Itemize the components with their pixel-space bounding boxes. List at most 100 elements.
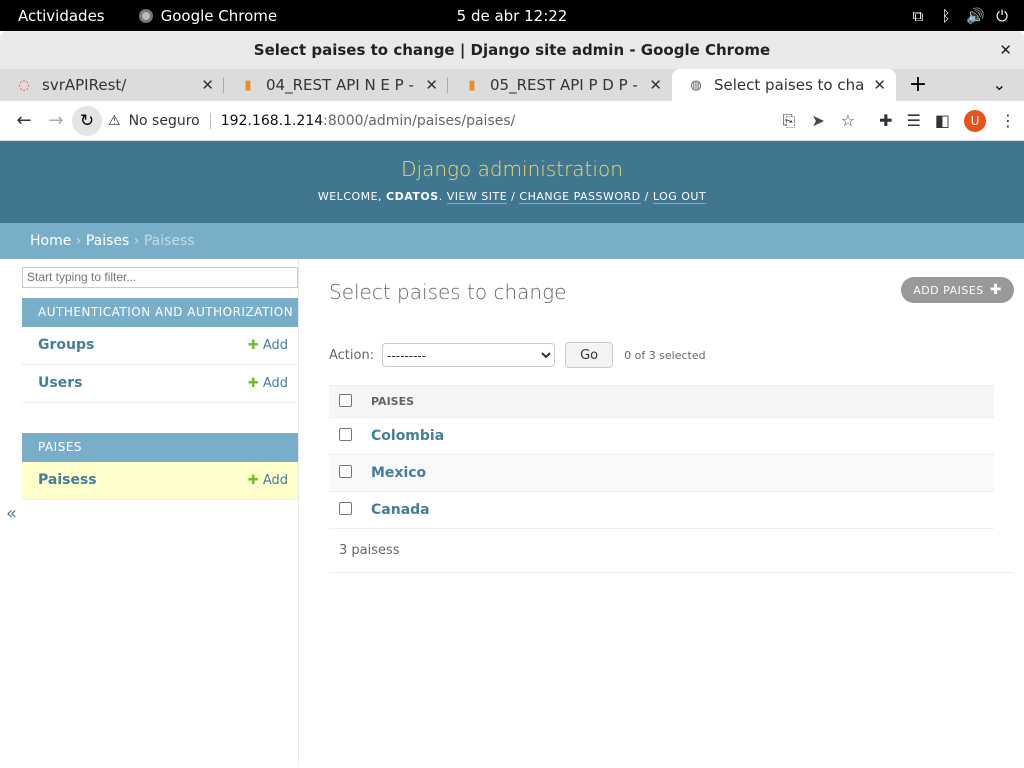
window-title: Select paises to change | Django site ad… [253,41,771,59]
change-password-link[interactable]: CHANGE PASSWORD [519,190,641,204]
notebook-icon: ▮ [468,77,476,93]
tab-django-admin[interactable]: ◍ Select paises to change ✕ [672,69,896,101]
module-auth: AUTHENTICATION AND AUTHORIZATION Groups … [22,297,298,403]
tab-close-icon[interactable]: ✕ [425,76,438,94]
side-panel-icon[interactable]: ◧ [935,111,950,130]
table-row: Colombia [329,417,994,455]
django-header: Django administration WELCOME, CDATOS. V… [0,141,1024,223]
forward-arrow-icon[interactable]: → [40,110,72,131]
sidebar-item-groups: Groups ✚ Add [22,327,298,365]
column-header-paises[interactable]: PAISES [371,385,994,418]
breadcrumb-home[interactable]: Home [30,233,71,249]
sidebar-item-paisess: Paisess ✚ Add [22,461,298,500]
tab-label: svrAPIRest/ [42,76,127,94]
action-select[interactable]: --------- [382,343,556,367]
users-link[interactable]: Users [38,375,82,391]
plus-icon: ✚ [247,375,259,391]
go-button[interactable]: Go [565,342,614,368]
breadcrumb-separator: › [129,233,144,249]
tab-label: 04_REST API N E P - Jup [266,76,417,94]
select-all-cell [329,385,371,418]
add-paises-button[interactable]: ADD PAISES ✚ [901,277,1014,303]
nav-filter-input[interactable] [22,266,298,288]
new-tab-button[interactable]: + [896,69,940,101]
volume-icon[interactable]: 🔊 [966,7,985,25]
row-link[interactable]: Canada [371,502,430,518]
nav-sidebar: AUTHENTICATION AND AUTHORIZATION Groups … [0,259,299,766]
reload-icon[interactable]: ↻ [72,105,102,136]
tab-svrapirest[interactable]: ◌ svrAPIRest/ ✕ [0,69,224,101]
loading-icon: ◌ [18,77,30,93]
actions-bar: Action: --------- Go 0 of 3 selected [329,342,1014,368]
app-menu[interactable]: Google Chrome [123,7,277,25]
url-path[interactable]: :8000/admin/paises/paises/ [323,113,515,129]
omnibox-actions: ⎘ ➤ ☆ [783,111,856,131]
tab-close-icon[interactable]: ✕ [201,76,214,94]
view-site-link[interactable]: VIEW SITE [446,190,508,204]
content: Select paises to change ADD PAISES ✚ Act… [299,259,1024,766]
tab-close-icon[interactable]: ✕ [873,76,886,94]
tab-search-chevron-icon[interactable]: ⌄ [993,75,1006,94]
action-label: Action: [329,347,375,363]
translate-icon[interactable]: ⎘ [783,111,796,131]
row-cell: Canada [371,491,994,529]
user-tools: WELCOME, CDATOS. VIEW SITE / CHANGE PASS… [317,190,707,204]
add-groups-link[interactable]: ✚ Add [248,338,288,353]
paginator: 3 paisess [329,529,1014,573]
network-icon[interactable]: ⧉ [910,7,926,25]
browser-toolbar: ← → ↻ ⚠ No seguro 192.168.1.214:8000/adm… [0,101,1024,141]
breadcrumb-separator: › [71,233,86,249]
sidebar-item-users: Users ✚ Add [22,365,298,403]
tab-notebook-05[interactable]: ▮ 05_REST API P D P - Jup ✕ [448,69,672,101]
add-paisess-link[interactable]: ✚ Add [248,473,288,488]
bluetooth-icon[interactable]: ᛒ [938,7,954,25]
tab-close-icon[interactable]: ✕ [649,76,662,94]
bookmark-star-icon[interactable]: ☆ [841,111,855,131]
extensions-puzzle-icon[interactable]: ✚ [879,111,892,130]
extension-area: ✚ ☰ ◧ U ⋮ [879,109,1016,132]
log-out-link[interactable]: LOG OUT [652,190,707,204]
activities-button[interactable]: Actividades [0,7,123,25]
selection-counter: 0 of 3 selected [624,348,706,362]
insecure-label[interactable]: No seguro [129,112,211,129]
system-tray[interactable]: ⧉ ᛒ 🔊 ⏻ [910,7,1010,25]
tab-strip: ◌ svrAPIRest/ ✕ ▮ 04_REST API N E P - Ju… [0,69,1024,101]
url-host[interactable]: 192.168.1.214 [221,113,323,129]
row-checkbox[interactable] [339,501,352,515]
module-caption-auth[interactable]: AUTHENTICATION AND AUTHORIZATION [22,297,298,327]
send-icon[interactable]: ➤ [811,111,824,131]
module-caption-paises[interactable]: PAISES [22,432,298,462]
table-row: Canada [329,491,994,529]
paisess-link[interactable]: Paisess [38,472,97,488]
close-window-icon[interactable]: ✕ [999,41,1012,59]
result-list: PAISES Colombia Mexico Canada [329,385,994,529]
power-icon[interactable]: ⏻ [994,7,1010,25]
groups-link[interactable]: Groups [38,337,94,353]
add-users-link[interactable]: ✚ Add [248,376,288,391]
site-branding[interactable]: Django administration [0,141,1024,181]
row-checkbox-cell [329,454,371,492]
row-checkbox[interactable] [339,427,352,441]
address-bar[interactable]: ⚠ No seguro 192.168.1.214:8000/admin/pai… [108,106,869,136]
profile-avatar[interactable]: U [964,109,986,132]
breadcrumb-current: Paisess [143,233,195,249]
back-arrow-icon[interactable]: ← [8,110,40,131]
row-link[interactable]: Colombia [371,428,444,444]
toggle-nav-sidebar-icon[interactable]: « [6,503,17,524]
breadcrumb-app[interactable]: Paises [86,233,129,249]
tab-notebook-04[interactable]: ▮ 04_REST API N E P - Jup ✕ [224,69,448,101]
media-queue-icon[interactable]: ☰ [907,111,921,130]
select-all-checkbox[interactable] [339,393,352,407]
kebab-menu-icon[interactable]: ⋮ [1000,111,1016,130]
username: CDATOS [386,190,439,203]
add-paises-label: ADD PAISES [913,283,984,297]
plus-icon: ✚ [989,282,1002,298]
row-link[interactable]: Mexico [371,465,426,481]
tab-label: Select paises to change [714,76,865,94]
system-top-bar: Actividades Google Chrome 5 de abr 12:22… [0,0,1024,31]
globe-icon: ◍ [690,77,702,93]
plus-icon: ✚ [247,472,259,488]
row-checkbox[interactable] [339,464,352,478]
warning-icon[interactable]: ⚠ [108,113,121,129]
tab-label: 05_REST API P D P - Jup [490,76,641,94]
